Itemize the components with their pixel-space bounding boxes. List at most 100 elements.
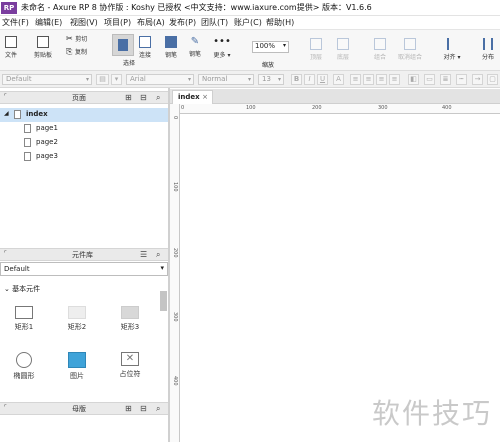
collapse-icon[interactable]: ⌜ [4,250,7,257]
menu-layout[interactable]: 布局(A) [137,17,165,28]
line-style-button[interactable]: ┅ [456,74,467,85]
line-color-button[interactable]: ▭ [424,74,435,85]
font-size-select[interactable]: 13 ▾ [258,74,284,85]
add-folder-icon[interactable]: ⊟ [140,93,147,102]
masters-list [0,416,168,442]
page-item-page3[interactable]: page3 [0,150,168,164]
menu-file[interactable]: 文件(F) [2,17,29,28]
page-root-index[interactable]: ◢ index [0,108,168,122]
app-logo: RP [1,2,17,14]
connect-button[interactable]: 连接 [136,36,154,59]
widget-rect2[interactable]: 矩形2 [57,306,97,332]
masters-panel-header: ⌜ 母版 ⊞ ⊟ ⌕ [0,402,168,415]
pen-button[interactable]: 钢笔 [162,36,180,59]
more-button[interactable]: ••• 更多 ▾ [211,36,233,59]
arrow-style-button[interactable]: → [472,74,483,85]
ungroup-icon [404,38,416,50]
zoom-select[interactable]: 100% ▾ [252,41,289,53]
font-family-select[interactable]: Arial ▾ [126,74,194,85]
effects-button[interactable]: ▢ [487,74,498,85]
bold-button[interactable]: B [291,74,302,85]
library-panel-title: 元件库 [72,251,93,259]
menu-account[interactable]: 账户(C) [234,17,262,28]
collapse-icon[interactable]: ⌜ [4,93,7,100]
widget-ellipse[interactable]: 椭圆形 [4,352,44,381]
line-width-button[interactable]: ≣ [440,74,451,85]
italic-button[interactable]: I [304,74,315,85]
close-icon[interactable]: × [202,93,208,101]
library-select[interactable]: Default ▾ [0,262,168,276]
collapse-icon[interactable]: ⌜ [4,404,7,411]
font-color-button[interactable]: A [333,74,344,85]
canvas-tab-bar: index × [170,89,500,104]
menu-view[interactable]: 视图(V) [70,17,98,28]
tab-index[interactable]: index × [172,90,213,104]
bullet-button[interactable]: ≡ [350,74,361,85]
align-center-text-button[interactable]: ≡ [376,74,387,85]
line-width-icon: ≣ [442,75,449,83]
font-weight-select[interactable]: Normal ▾ [198,74,254,85]
clipboard-button[interactable]: 剪贴板 [32,36,54,59]
menu-team[interactable]: 团队(T) [201,17,228,28]
copy-icon: ⎘ [66,47,73,56]
chevron-down-icon: ▾ [187,76,191,83]
layer-up-icon [310,38,322,50]
scissors-icon: ✂ [66,34,73,43]
add-folder-icon[interactable]: ⊟ [140,404,147,413]
add-master-icon[interactable]: ⊞ [125,404,132,413]
masters-panel-title: 母版 [72,405,86,413]
shadow-icon: ▢ [489,75,496,83]
format-painter-button[interactable]: ▤ [96,74,109,85]
more-dots-icon: ••• [213,36,231,47]
clipboard-icon [37,36,49,48]
menu-publish[interactable]: 发布(P) [169,17,196,28]
style-dropdown-button[interactable]: ▾ [111,74,122,85]
style-select[interactable]: Default ▾ [2,74,92,85]
group-icon [374,38,386,50]
distribute-button[interactable]: 分布 [478,38,498,61]
section-basic-widgets[interactable]: ⌄ 基本元件 [4,284,40,294]
search-icon[interactable]: ⌕ [156,404,160,414]
menu-bar: 文件(F) 编辑(E) 视图(V) 项目(P) 布局(A) 发布(P) 团队(T… [0,16,500,29]
widget-image[interactable]: 图片 [57,352,97,381]
widget-rect1[interactable]: 矩形1 [4,306,44,332]
send-to-back-button[interactable]: 底层 [333,38,353,61]
rectangle-icon [15,306,33,319]
widget-library: ⌄ 基本元件 矩形1 矩形2 矩形3 椭圆形 图片 ✕ 占位符 [0,279,168,401]
page-tree: ◢ index page1 page2 page3 [0,105,168,246]
ungroup-button[interactable]: 取消组合 [396,38,424,61]
file-button[interactable]: 文件 [3,36,19,59]
title-bar: RP 未命名 - Axure RP 8 协作版 : Koshy 已授权 <中文支… [0,0,500,16]
page-icon [24,124,31,133]
widget-placeholder[interactable]: ✕ 占位符 [110,352,150,379]
pen-icon [165,36,177,48]
select-button[interactable] [112,34,134,56]
page-icon [24,138,31,147]
page-item-page1[interactable]: page1 [0,122,168,136]
copy-button[interactable]: ⎘ 复制 [66,47,96,57]
scrollbar-thumb[interactable] [160,291,167,311]
underline-button[interactable]: U [317,74,328,85]
collapse-arrow-icon[interactable]: ◢ [4,110,9,117]
line-color-icon: ▭ [426,75,433,83]
menu-help[interactable]: 帮助(H) [266,17,294,28]
align-left-text-button[interactable]: ≡ [363,74,374,85]
group-button[interactable]: 组合 [370,38,390,61]
fill-color-button[interactable]: ◧ [408,74,419,85]
widget-rect3[interactable]: 矩形3 [110,306,150,332]
align-button[interactable]: 对齐 ▾ [440,38,464,61]
search-icon[interactable]: ⌕ [156,250,160,260]
page-item-page2[interactable]: page2 [0,136,168,150]
menu-icon[interactable]: ☰ [140,250,147,259]
page-icon [24,152,31,161]
menu-project[interactable]: 项目(P) [104,17,131,28]
align-right-text-button[interactable]: ≡ [389,74,400,85]
add-page-icon[interactable]: ⊞ [125,93,132,102]
chevron-down-icon: ▾ [282,42,286,49]
watermark: 软件技巧 [371,397,492,430]
bring-to-front-button[interactable]: 顶层 [306,38,326,61]
search-icon[interactable]: ⌕ [156,93,160,103]
cut-button[interactable]: ✂ 剪切 [66,34,96,43]
pen2-button[interactable]: ✎ 钢笔 [186,36,204,58]
menu-edit[interactable]: 编辑(E) [35,17,62,28]
